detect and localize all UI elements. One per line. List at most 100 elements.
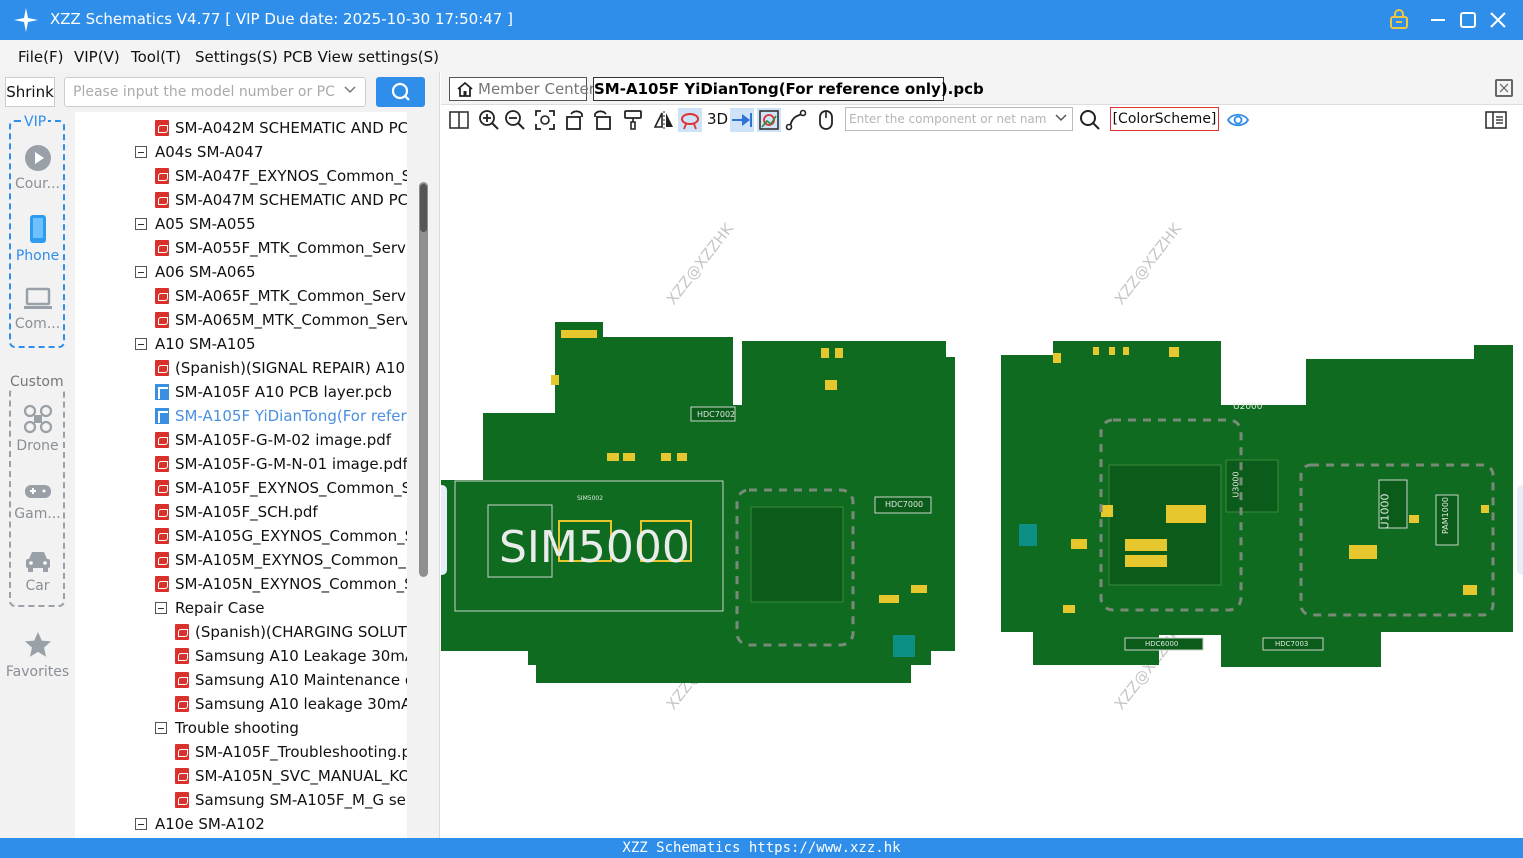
tree-folder[interactable]: Trouble shooting <box>155 716 299 740</box>
tree-file[interactable]: SM-A105F-G-M-02 image.pdf <box>155 428 391 452</box>
tree-file[interactable]: SM-A047M SCHEMATIC AND PCB. <box>155 188 407 212</box>
tree-scrollbar-thumb[interactable] <box>420 184 427 232</box>
pdf-file-icon <box>155 288 169 304</box>
menu-tool[interactable]: Tool(T) <box>131 48 181 66</box>
close-all-tabs-icon[interactable] <box>1495 79 1513 97</box>
tree-label: Trouble shooting <box>175 719 299 737</box>
tree-scrollbar-track-fill[interactable] <box>419 182 428 577</box>
collapse-icon[interactable] <box>135 338 147 350</box>
close-icon[interactable] <box>1487 9 1509 31</box>
menu-file[interactable]: File(F) <box>18 48 63 66</box>
tree-file[interactable]: SM-A042M SCHEMATIC AND PCB. <box>155 116 407 140</box>
pcb-canvas[interactable]: XZZ@XZZHK XZZ@XZZHK XZZ@XZZHK XZZ@XZZHK <box>441 135 1523 838</box>
fit-to-screen-icon[interactable] <box>533 108 557 132</box>
tab-active-pcb[interactable]: SM-A105F YiDianTong(For reference only).… <box>593 77 984 101</box>
category-courses[interactable]: Cour... <box>0 144 75 192</box>
flip-horizontal-icon[interactable] <box>652 108 676 132</box>
tree-file[interactable]: SM-A105M_EXYNOS_Common_Ser <box>155 548 407 572</box>
menu-pcb-view-settings[interactable]: PCB View settings(S) <box>283 48 439 66</box>
net-highlight-icon[interactable] <box>678 108 702 132</box>
tree-file[interactable]: Samsung A10 Leakage 30mA Po <box>175 644 407 668</box>
category-game[interactable]: Gam... <box>0 480 75 522</box>
tree-label: SM-A047F_EXYNOS_Common_Serv <box>175 167 407 185</box>
tree-label: A10e SM-A102 <box>155 815 265 833</box>
main-panel: Member Center SM-A105F YiDianTong(For re… <box>441 72 1523 838</box>
color-scheme-button[interactable]: [ColorScheme] <box>1110 107 1219 131</box>
maximize-icon[interactable] <box>1457 9 1479 31</box>
tree-file[interactable]: SM-A065F_MTK_Common_Service_ <box>155 284 407 308</box>
zoom-in-icon[interactable] <box>477 108 501 132</box>
lock-icon[interactable] <box>1388 9 1410 31</box>
tree-file[interactable]: Samsung SM-A105F_M_G servic <box>175 788 407 812</box>
menu-settings[interactable]: Settings(S) <box>195 48 278 66</box>
collapse-icon[interactable] <box>155 722 167 734</box>
model-search <box>64 77 366 107</box>
category-drone[interactable]: Drone <box>0 404 75 454</box>
tree-file[interactable]: SM-A105F_Troubleshooting.pdf <box>175 740 407 764</box>
left-collapse-handle[interactable] <box>441 485 447 575</box>
tree-folder[interactable]: Repair Case <box>155 596 265 620</box>
tree-folder[interactable]: A10 SM-A105 <box>135 332 256 356</box>
collapse-icon[interactable] <box>135 218 147 230</box>
tab-bar: Member Center SM-A105F YiDianTong(For re… <box>441 72 1523 105</box>
sim-label: SIM5000 <box>499 522 690 573</box>
trace-route-icon[interactable] <box>784 108 808 132</box>
tree-file[interactable]: SM-A105F YiDianTong(For referen <box>155 404 407 428</box>
chevron-down-icon[interactable] <box>343 82 357 96</box>
home-icon <box>457 81 473 97</box>
tree-file[interactable]: Samsung A10 leakage 30mA dc <box>175 692 407 716</box>
category-computer[interactable]: Com... <box>0 286 75 332</box>
menu-vip[interactable]: VIP(V) <box>74 48 120 66</box>
tree-file[interactable]: SM-A055F_MTK_Common_Service_ <box>155 236 407 260</box>
tree-file[interactable]: SM-A105F-G-M-N-01 image.pdf <box>155 452 407 476</box>
chevron-down-icon[interactable] <box>1054 110 1068 124</box>
component-search-input[interactable] <box>846 108 1046 130</box>
tree-file[interactable]: SM-A105G_EXYNOS_Common_Serv <box>155 524 407 548</box>
tree-file[interactable]: SM-A105F_SCH.pdf <box>155 500 318 524</box>
tree-label: SM-A105N_EXYNOS_Common_Ser <box>175 575 407 593</box>
format-painter-icon[interactable] <box>621 108 645 132</box>
category-rail: VIP Cour... Phone Com... Custom Drone Ga… <box>0 112 75 838</box>
category-phone[interactable]: Phone <box>0 214 75 264</box>
mouse-icon[interactable] <box>814 108 838 132</box>
part-label: U2000 <box>1233 402 1263 412</box>
tree-file[interactable]: SM-A105N_EXYNOS_Common_Ser <box>155 572 407 596</box>
tree-folder[interactable]: A04s SM-A047 <box>135 140 263 164</box>
zoom-out-icon[interactable] <box>503 108 527 132</box>
search-button[interactable] <box>376 77 425 107</box>
right-collapse-handle[interactable] <box>1517 485 1523 575</box>
split-view-icon[interactable] <box>447 108 471 132</box>
collapse-icon[interactable] <box>135 146 147 158</box>
tree-folder[interactable]: A05 SM-A055 <box>135 212 256 236</box>
tree-file[interactable]: SM-A047F_EXYNOS_Common_Serv <box>155 164 407 188</box>
tab-member-center[interactable]: Member Center <box>449 77 595 101</box>
category-car[interactable]: Car <box>0 548 75 594</box>
rotate-right-icon[interactable] <box>590 108 614 132</box>
tree-file[interactable]: SM-A105F A10 PCB layer.pcb <box>155 380 392 404</box>
drone-icon <box>23 404 52 434</box>
tree-folder[interactable]: A10e SM-A102 <box>135 812 265 836</box>
tree-folder[interactable]: A06 SM-A065 <box>135 260 256 284</box>
collapse-icon[interactable] <box>135 818 147 830</box>
tree-file[interactable]: Samsung A10 Maintenance of 3 <box>175 668 407 692</box>
tree-file[interactable]: (Spanish)(CHARGING SOLUTION <box>175 620 407 644</box>
category-favorites[interactable]: Favorites <box>0 630 75 680</box>
probe-icon[interactable] <box>730 108 754 132</box>
side-panel-icon[interactable] <box>1484 108 1508 132</box>
rotate-left-icon[interactable] <box>563 108 587 132</box>
tree-file[interactable]: SM-A105F_EXYNOS_Common_Serv <box>155 476 407 500</box>
search-icon <box>391 82 410 101</box>
tree-file[interactable]: (Spanish)(SIGNAL REPAIR) A10 TEF <box>155 356 407 380</box>
image-overlay-icon[interactable] <box>757 108 781 132</box>
minimize-icon[interactable] <box>1427 9 1449 31</box>
model-search-input[interactable] <box>65 78 335 106</box>
shrink-button[interactable]: Shrink <box>5 77 55 107</box>
tree-file[interactable]: SM-A105N_SVC_MANUAL_KOR. <box>175 764 407 788</box>
view-3d-toggle[interactable]: 3D <box>707 110 728 128</box>
title-bar: XZZ Schematics V4.77 [ VIP Due date: 202… <box>0 0 1523 40</box>
eye-icon[interactable] <box>1226 108 1250 132</box>
collapse-icon[interactable] <box>135 266 147 278</box>
tree-file[interactable]: SM-A065M_MTK_Common_Service <box>155 308 407 332</box>
search-icon[interactable] <box>1078 108 1102 132</box>
collapse-icon[interactable] <box>155 602 167 614</box>
